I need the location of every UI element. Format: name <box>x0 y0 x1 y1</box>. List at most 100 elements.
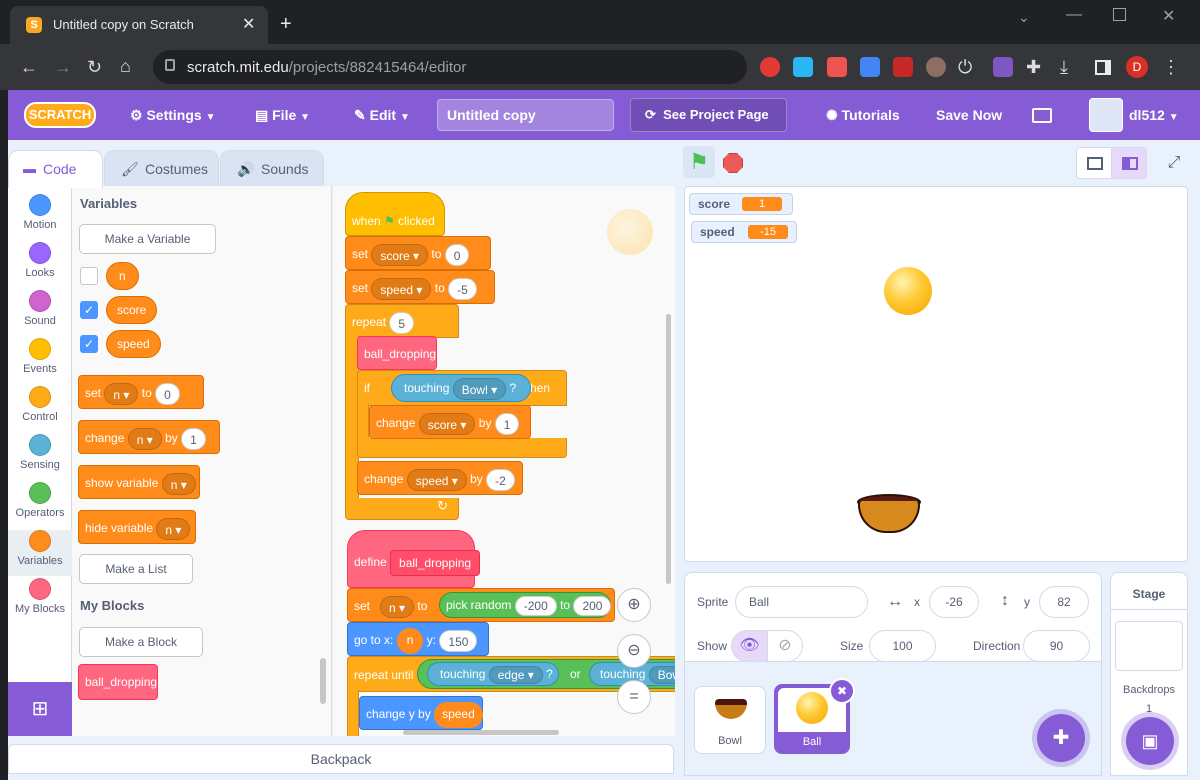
category-events[interactable]: Events <box>8 338 72 375</box>
script-vertical-scrollbar[interactable] <box>666 314 671 584</box>
size-input[interactable]: 100 <box>869 630 936 662</box>
delete-sprite-button[interactable]: ✖ <box>829 678 855 704</box>
value-input[interactable]: 0 <box>444 243 470 266</box>
variable-dropdown[interactable]: n ▾ <box>161 472 196 495</box>
stage-canvas[interactable]: score 1 speed -15 <box>684 186 1188 562</box>
category-variables[interactable]: Variables <box>8 530 72 576</box>
direction-input[interactable]: 90 <box>1023 630 1090 662</box>
stop-button[interactable] <box>723 153 743 173</box>
object-dropdown[interactable]: edge ▾ <box>488 665 543 684</box>
change-score-block[interactable]: change score ▾ by 1 <box>369 405 531 439</box>
add-extension-button[interactable]: ⊞ <box>8 682 72 736</box>
value-input[interactable]: -2 <box>486 468 515 491</box>
make-block-button[interactable]: Make a Block <box>79 627 203 657</box>
browser-tab[interactable]: S Untitled copy on Scratch ✕ <box>10 6 268 44</box>
hide-sprite-button[interactable]: ⊘ <box>767 630 803 662</box>
project-title-input[interactable]: Untitled copy <box>437 99 614 131</box>
variable-dropdown[interactable]: n ▾ <box>380 595 415 618</box>
change-speed-block[interactable]: change speed ▾ by -2 <box>357 461 523 495</box>
object-dropdown[interactable]: Bowl ▾ <box>452 377 507 400</box>
go-to-xy-block[interactable]: go to x: n y: 150 <box>347 622 489 656</box>
edit-menu[interactable]: ✎ Edit ▼ <box>354 105 410 128</box>
address-bar[interactable]: scratch.mit.edu/projects/882415464/edito… <box>153 50 747 84</box>
sprite-thumb-bowl[interactable]: Bowl <box>694 686 766 754</box>
cube-extension-icon[interactable] <box>993 57 1013 77</box>
variable-n-reporter[interactable]: n <box>106 262 139 290</box>
change-y-block[interactable]: change y by speed <box>359 696 483 730</box>
tutorials-button[interactable]: ✺ Tutorials <box>826 105 900 125</box>
touching-edge-condition[interactable]: touching edge ▾ ? <box>427 662 559 686</box>
reload-icon[interactable]: ↻ <box>87 57 102 77</box>
green-flag-button[interactable]: ⚑ <box>683 146 715 178</box>
maximize-icon[interactable] <box>1113 8 1126 21</box>
forward-icon[interactable]: → <box>54 57 72 77</box>
recorder-extension-icon[interactable] <box>893 57 913 77</box>
change-variable-block[interactable]: change n ▾ by 1 <box>78 420 220 454</box>
value-input[interactable]: 1 <box>181 427 206 450</box>
chrome-menu-icon[interactable]: ⋮ <box>1162 57 1180 77</box>
adblock-extension-icon[interactable] <box>760 57 780 77</box>
download-icon[interactable]: ⤓ <box>1060 57 1068 77</box>
variable-dropdown[interactable]: n ▾ <box>127 427 162 450</box>
back-icon[interactable]: ← <box>20 57 38 77</box>
random-from-input[interactable]: -200 <box>514 595 557 616</box>
ball-sprite[interactable] <box>884 267 932 315</box>
small-stage-button[interactable] <box>1076 147 1112 179</box>
script-horizontal-scrollbar[interactable] <box>403 730 559 735</box>
random-to-input[interactable]: 200 <box>573 595 612 616</box>
category-operators[interactable]: Operators <box>8 482 72 519</box>
pick-random-block[interactable]: pick random -200 to 200 <box>439 592 612 618</box>
variable-n-checkbox[interactable] <box>80 267 98 285</box>
zoom-in-button[interactable]: ⊕ <box>617 588 651 622</box>
translate-extension-icon[interactable] <box>860 57 880 77</box>
variable-dropdown[interactable]: n ▾ <box>104 382 139 405</box>
tab-costumes[interactable]: 🖌 Costumes <box>104 150 219 188</box>
category-motion[interactable]: Motion <box>8 194 72 231</box>
value-input[interactable]: 1 <box>494 412 520 435</box>
variable-score-reporter[interactable]: score <box>106 296 158 324</box>
variable-speed-checkbox[interactable]: ✓ <box>80 335 98 353</box>
make-variable-button[interactable]: Make a Variable <box>79 224 216 254</box>
zoom-reset-button[interactable]: = <box>617 680 651 714</box>
repeat-block[interactable]: repeat 5 <box>345 304 459 338</box>
settings-menu[interactable]: ⚙ Settings ▼ <box>130 105 215 128</box>
category-control[interactable]: Control <box>8 386 72 423</box>
dictionary-extension-icon[interactable] <box>793 57 813 77</box>
speed-reporter[interactable]: speed <box>434 701 483 728</box>
show-sprite-button[interactable]: 👁 <box>731 630 768 662</box>
variable-dropdown[interactable]: n ▾ <box>156 517 191 540</box>
new-tab-icon[interactable]: + <box>280 14 292 34</box>
power-extension-icon[interactable]: ⏻ <box>958 57 972 77</box>
see-project-page-button[interactable]: ⟳ See Project Page <box>630 98 787 132</box>
tab-code[interactable]: ▬ Code <box>8 150 103 188</box>
custom-block-ball-dropping[interactable]: ball_dropping <box>78 664 158 700</box>
script-area[interactable]: when ⚑ clicked set score ▾ to 0 set spee… <box>333 186 675 736</box>
variable-dropdown[interactable]: speed ▾ <box>371 277 432 300</box>
backpack-bar[interactable]: Backpack <box>8 744 674 774</box>
define-ball-dropping-block[interactable]: define ball_dropping <box>347 530 481 588</box>
category-sound[interactable]: Sound <box>8 290 72 327</box>
speed-monitor[interactable]: speed -15 <box>691 221 797 243</box>
bowl-sprite[interactable] <box>857 494 921 534</box>
variable-dropdown[interactable]: speed ▾ <box>406 468 467 491</box>
profile-avatar[interactable]: D <box>1126 56 1148 78</box>
touching-bowl-condition[interactable]: touching Bowl ▾ ? <box>391 374 531 402</box>
category-looks[interactable]: Looks <box>8 242 72 279</box>
value-input[interactable]: 5 <box>389 311 415 334</box>
value-input[interactable]: 0 <box>155 382 180 405</box>
sidepanel-icon[interactable] <box>1095 60 1111 75</box>
owl-extension-icon[interactable] <box>926 57 946 77</box>
category-my-blocks[interactable]: My Blocks <box>8 578 72 615</box>
y-input[interactable]: 150 <box>439 629 478 652</box>
add-sprite-button[interactable]: ✚ <box>1037 714 1085 762</box>
score-monitor[interactable]: score 1 <box>689 193 793 215</box>
pocket-extension-icon[interactable] <box>827 57 847 77</box>
x-input[interactable]: -26 <box>929 586 979 618</box>
show-variable-block[interactable]: show variable n ▾ <box>78 465 200 499</box>
make-list-button[interactable]: Make a List <box>79 554 193 584</box>
zoom-out-button[interactable]: ⊖ <box>617 634 651 668</box>
variable-dropdown[interactable]: score ▾ <box>418 412 476 435</box>
sprite-name-input[interactable]: Ball <box>735 586 868 618</box>
user-avatar[interactable] <box>1089 98 1123 132</box>
extensions-puzzle-icon[interactable]: ✚ <box>1026 57 1041 77</box>
